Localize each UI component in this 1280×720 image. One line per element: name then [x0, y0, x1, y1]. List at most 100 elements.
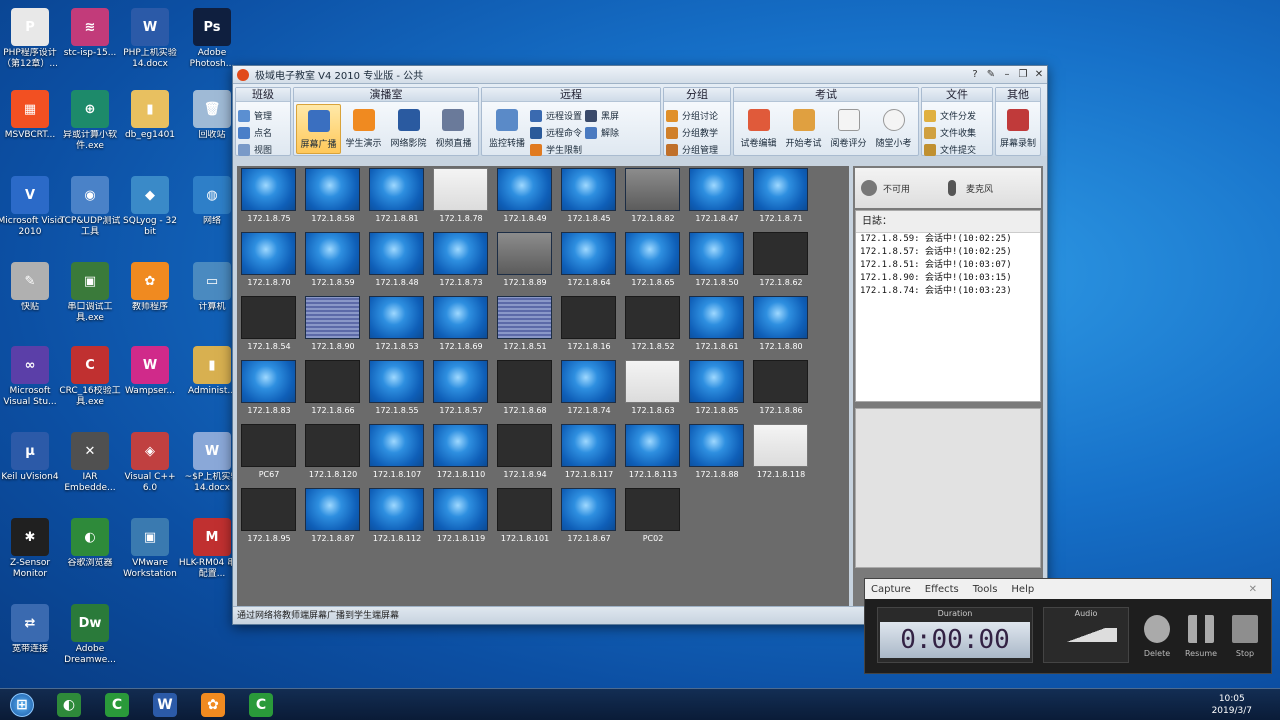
- desktop-icon[interactable]: µ Keil uVision4: [0, 432, 64, 483]
- student-thumbnail[interactable]: 172.1.8.57: [433, 360, 489, 418]
- student-thumbnail[interactable]: 172.1.8.75: [241, 168, 297, 226]
- file-submit-button[interactable]: 文件提交: [924, 141, 976, 158]
- student-thumbnail[interactable]: 172.1.8.67: [561, 488, 617, 546]
- student-thumbnail[interactable]: 172.1.8.85: [689, 360, 745, 418]
- release-button[interactable]: 解除: [585, 124, 619, 141]
- menu-effects[interactable]: Effects: [925, 584, 959, 595]
- desktop-icon[interactable]: ≋ stc-isp-15...: [56, 8, 124, 59]
- student-thumbnail[interactable]: 172.1.8.71: [753, 168, 809, 226]
- menu-tools[interactable]: Tools: [973, 584, 998, 595]
- student-thumbnail[interactable]: 172.1.8.90: [305, 296, 361, 354]
- student-thumbnail[interactable]: 172.1.8.113: [625, 424, 681, 482]
- group-discuss-button[interactable]: 分组讨论: [666, 107, 718, 124]
- settings-button[interactable]: ✎: [983, 68, 999, 82]
- student-thumbnail[interactable]: 172.1.8.74: [561, 360, 617, 418]
- student-thumbnail[interactable]: 172.1.8.82: [625, 168, 681, 226]
- delete-button[interactable]: Delete: [1137, 615, 1177, 658]
- taskbar-app-word[interactable]: W: [144, 690, 186, 720]
- student-thumbnail[interactable]: 172.1.8.87: [305, 488, 361, 546]
- student-thumbnail[interactable]: 172.1.8.51: [497, 296, 553, 354]
- student-thumbnail[interactable]: 172.1.8.80: [753, 296, 809, 354]
- student-thumbnail[interactable]: 172.1.8.83: [241, 360, 297, 418]
- student-thumbnail[interactable]: 172.1.8.110: [433, 424, 489, 482]
- student-thumbnail[interactable]: 172.1.8.118: [753, 424, 809, 482]
- view-button[interactable]: 视图: [238, 141, 272, 158]
- video-live-button[interactable]: 视频直播: [431, 104, 476, 154]
- student-thumbnail[interactable]: 172.1.8.48: [369, 232, 425, 290]
- blackscreen-button[interactable]: 黑屏: [585, 107, 619, 124]
- student-thumbnail[interactable]: 172.1.8.69: [433, 296, 489, 354]
- desktop-icon[interactable]: W PHP上机实验14.docx: [116, 8, 184, 70]
- student-thumbnail[interactable]: 172.1.8.117: [561, 424, 617, 482]
- student-thumbnail[interactable]: 172.1.8.88: [689, 424, 745, 482]
- desktop-icon[interactable]: ◐ 谷歌浏览器: [56, 518, 124, 569]
- minimize-button[interactable]: –: [999, 68, 1015, 82]
- student-thumbnail[interactable]: 172.1.8.73: [433, 232, 489, 290]
- desktop-icon[interactable]: ▣ 串口调试工具.exe: [56, 262, 124, 324]
- student-thumbnail[interactable]: 172.1.8.16: [561, 296, 617, 354]
- student-thumbnail[interactable]: 172.1.8.70: [241, 232, 297, 290]
- student-thumbnail[interactable]: 172.1.8.66: [305, 360, 361, 418]
- student-thumbnail[interactable]: 172.1.8.58: [305, 168, 361, 226]
- desktop-icon[interactable]: ⊕ 异或计算小软件.exe: [56, 90, 124, 152]
- desktop-icon[interactable]: ▮ db_eg1401: [116, 90, 184, 141]
- network-cinema-button[interactable]: 网络影院: [386, 104, 431, 154]
- student-thumbnail[interactable]: 172.1.8.89: [497, 232, 553, 290]
- desktop-icon[interactable]: Ps Adobe Photosh...: [178, 8, 246, 70]
- screen-record-button[interactable]: 屏幕录制: [998, 104, 1038, 154]
- student-thumbnail[interactable]: 172.1.8.94: [497, 424, 553, 482]
- taskbar-app-chrome[interactable]: ◐: [48, 690, 90, 720]
- desktop-icon[interactable]: ∞ Microsoft Visual Stu...: [0, 346, 64, 408]
- student-thumbnail[interactable]: 172.1.8.54: [241, 296, 297, 354]
- student-thumbnail[interactable]: 172.1.8.62: [753, 232, 809, 290]
- grading-button[interactable]: 阅卷评分: [826, 104, 871, 154]
- stop-button[interactable]: Stop: [1225, 615, 1265, 658]
- desktop-icon[interactable]: ◈ Visual C++ 6.0: [116, 432, 184, 494]
- desktop-icon[interactable]: ✕ IAR Embedde...: [56, 432, 124, 494]
- student-thumbnail[interactable]: 172.1.8.78: [433, 168, 489, 226]
- student-thumbnail[interactable]: 172.1.8.64: [561, 232, 617, 290]
- student-thumbnail[interactable]: 172.1.8.95: [241, 488, 297, 546]
- taskbar-app-camtasia-recorder[interactable]: C: [240, 690, 282, 720]
- student-thumbnail[interactable]: 172.1.8.52: [625, 296, 681, 354]
- student-thumbnail[interactable]: 172.1.8.61: [689, 296, 745, 354]
- file-distribute-button[interactable]: 文件分发: [924, 107, 976, 124]
- resume-button[interactable]: Resume: [1181, 615, 1221, 658]
- student-thumbnail[interactable]: 172.1.8.47: [689, 168, 745, 226]
- student-limit-button[interactable]: 学生限制: [530, 141, 582, 158]
- student-demo-button[interactable]: 学生演示: [341, 104, 386, 154]
- remote-command-button[interactable]: 远程命令: [530, 124, 582, 141]
- menu-capture[interactable]: Capture: [871, 584, 911, 595]
- student-thumbnail[interactable]: 172.1.8.59: [305, 232, 361, 290]
- desktop-icon[interactable]: ⇄ 宽带连接: [0, 604, 64, 655]
- manage-button[interactable]: 管理: [238, 107, 272, 124]
- student-thumbnail[interactable]: 172.1.8.68: [497, 360, 553, 418]
- student-thumbnail[interactable]: PC67: [241, 424, 297, 482]
- student-thumbnail[interactable]: 172.1.8.53: [369, 296, 425, 354]
- rollcall-button[interactable]: 点名: [238, 124, 272, 141]
- microphone-icon[interactable]: [948, 180, 957, 196]
- student-thumbnail[interactable]: PC02: [625, 488, 681, 546]
- start-exam-button[interactable]: 开始考试: [781, 104, 826, 154]
- desktop-icon[interactable]: ✿ 教师程序: [116, 262, 184, 313]
- desktop-icon[interactable]: W Wampser...: [116, 346, 184, 397]
- student-thumbnail[interactable]: 172.1.8.107: [369, 424, 425, 482]
- desktop-icon[interactable]: C CRC_16校验工具.exe: [56, 346, 124, 408]
- student-thumbnail[interactable]: 172.1.8.63: [625, 360, 681, 418]
- student-thumbnail[interactable]: 172.1.8.45: [561, 168, 617, 226]
- taskbar-app-teacher[interactable]: ✿: [192, 690, 234, 720]
- remote-settings-button[interactable]: 远程设置: [530, 107, 582, 124]
- file-collect-button[interactable]: 文件收集: [924, 124, 976, 141]
- help-button[interactable]: ?: [967, 68, 983, 82]
- student-thumbnail[interactable]: 172.1.8.112: [369, 488, 425, 546]
- student-thumbnail[interactable]: 172.1.8.50: [689, 232, 745, 290]
- student-thumbnail[interactable]: 172.1.8.81: [369, 168, 425, 226]
- desktop-icon[interactable]: P PHP程序设计（第12章）...: [0, 8, 64, 70]
- student-thumbnail[interactable]: 172.1.8.55: [369, 360, 425, 418]
- student-thumbnail[interactable]: 172.1.8.65: [625, 232, 681, 290]
- desktop-icon[interactable]: Dw Adobe Dreamwe...: [56, 604, 124, 666]
- close-button[interactable]: ✕: [1031, 68, 1047, 82]
- desktop-icon[interactable]: ✱ Z-Sensor Monitor: [0, 518, 64, 580]
- group-manage-button[interactable]: 分组管理: [666, 141, 718, 158]
- desktop-icon[interactable]: ▣ VMware Workstation: [116, 518, 184, 580]
